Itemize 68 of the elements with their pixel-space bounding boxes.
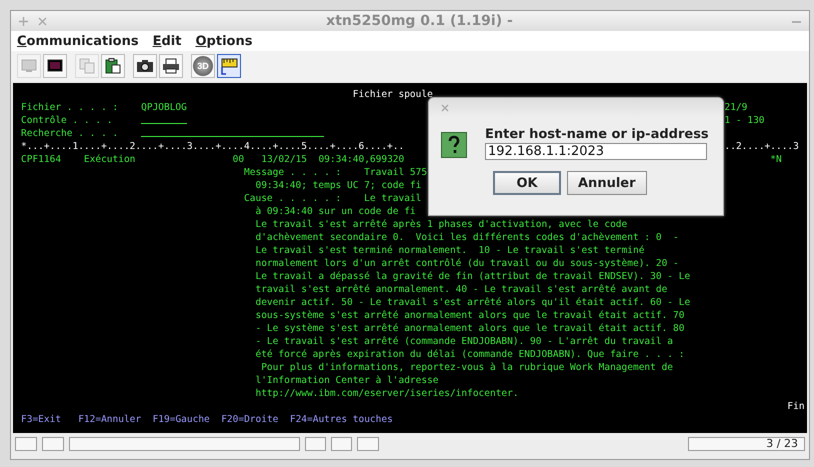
more-indicator: Fin	[787, 400, 805, 413]
clipboard-icon	[105, 58, 121, 74]
field-label: Contrôle . . . .	[21, 114, 113, 127]
field-label: Fichier . . . . :	[21, 101, 118, 114]
status-field	[42, 437, 64, 451]
question-icon	[441, 132, 467, 158]
function-key: F24=Autres touches	[290, 413, 393, 426]
dialog-button[interactable]: OK	[493, 171, 561, 195]
message-id: CPF1164	[21, 153, 62, 166]
input-field[interactable]: 192.168.1.1:2023	[485, 143, 707, 160]
detail-label: Cause . . . . . :	[244, 192, 342, 205]
detail-text: Le travail s'est arrêté après 1 phases d'activation, avec le code	[255, 218, 628, 231]
ruler-icon	[220, 57, 238, 75]
column-ruler: ..2....+....3	[724, 140, 799, 153]
status-field	[357, 437, 379, 451]
status-field: 3 / 23	[688, 437, 805, 451]
message-time: 09:34:40,699320	[318, 153, 404, 166]
toolbar-button[interactable]	[159, 54, 183, 78]
camera-icon	[136, 59, 154, 73]
menu-item[interactable]: Communications	[17, 34, 139, 48]
toolbar-button[interactable]	[43, 54, 67, 78]
message-type: Exécution	[84, 153, 136, 166]
function-key: F3=Exit	[21, 413, 62, 426]
menu-item[interactable]: Options	[195, 34, 252, 48]
status-code-label: *N	[770, 153, 782, 166]
column-ruler: *...+....1....+....2....+....3....+....4....+....5....+....6....+..	[21, 140, 404, 153]
detail-text: - Le système s'est arrêté anormalement alors que le travail était actif. 80	[255, 322, 684, 335]
copy-icon	[79, 58, 95, 74]
function-key: F20=Droite	[221, 413, 278, 426]
toolbar-button[interactable]	[101, 54, 125, 78]
detail-text: travail s'est arrêté anormalement. 40 - Le travail s'est arrêté avant de	[255, 283, 668, 296]
menu-item[interactable]: Edit	[152, 34, 182, 48]
field-value: 21/9	[724, 101, 748, 114]
field-label: Recherche . . . .	[21, 127, 118, 140]
message-date: 13/02/15	[261, 153, 307, 166]
detail-text: à 09:34:40 sur un code de fi	[255, 205, 416, 218]
severity: 00	[232, 153, 244, 166]
field-value: QPJOBLOG	[141, 101, 187, 114]
function-key: F12=Annuler	[78, 413, 142, 426]
detail-label: Message . . . . :	[244, 166, 342, 179]
detail-text: 09:34:40; temps UC 7; code fi	[255, 179, 422, 192]
prompt-label: Enter host-name or ip-address	[485, 128, 709, 141]
function-key: F19=Gauche	[152, 413, 210, 426]
dialog-button[interactable]: Annuler	[567, 171, 647, 195]
screen-icon	[47, 59, 63, 73]
toolbar-button[interactable]	[217, 54, 241, 78]
detail-text: Le travail s'est terminé normalement. 10 - Le travail s'est terminé	[255, 244, 644, 257]
status-field	[305, 437, 326, 451]
printer-icon	[162, 58, 180, 74]
detail-text: d'achèvement secondaire 0. Voici les différents codes d'achèvement : 0 -	[255, 231, 679, 244]
screen-title: Fichier spoule	[352, 88, 433, 101]
detail-text: Travail 575	[364, 166, 428, 179]
detail-text: Le travail a dépassé la gravité de fin (attribut de travail ENDSEV). 30 - Le	[255, 270, 690, 283]
detail-text: Pour plus d'informations, reportez-vous à la rubrique Work Management de	[261, 361, 674, 374]
detail-text: sous-système s'est arrêté anormalement alors que le travail était actif. 70	[255, 309, 684, 322]
detail-text: l'Information Center à l'adresse	[255, 374, 439, 387]
detail-text: http://www.ibm.com/eserver/iseries/infocenter.	[255, 387, 519, 400]
field-value: 1 - 130	[724, 114, 765, 127]
detail-text: - Le travail s'est arrêté (commande ENDJOBABN). 90 - L'arrêt du travail a	[255, 335, 674, 348]
status-field	[15, 437, 37, 451]
toolbar-button[interactable]	[133, 54, 157, 78]
monitor-icon	[21, 59, 37, 73]
detail-text: devenir actif. 50 - Le travail s'est arrêté alors qu'il était actif. 60 - Le	[255, 296, 690, 309]
detail-text: été forcé après expiration du délai (commande ENDJOBABN). Que faire . . . :	[255, 348, 684, 361]
status-field	[331, 437, 352, 451]
detail-text: Le travail	[364, 192, 422, 205]
detail-text: normalement lors d'un arrêt contrôlé (du travail ou du sous-système). 20 -	[255, 257, 679, 270]
window-title: xtn5250mg 0.1 (1.19i) -	[325, 13, 514, 29]
